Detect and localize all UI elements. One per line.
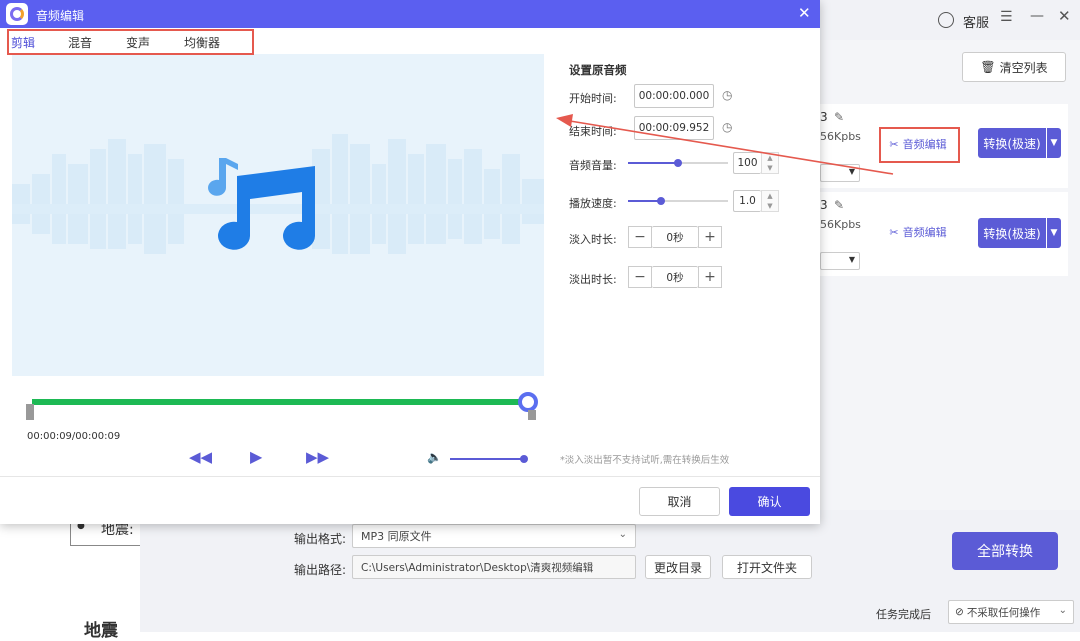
annotation-arrow [556,114,894,175]
